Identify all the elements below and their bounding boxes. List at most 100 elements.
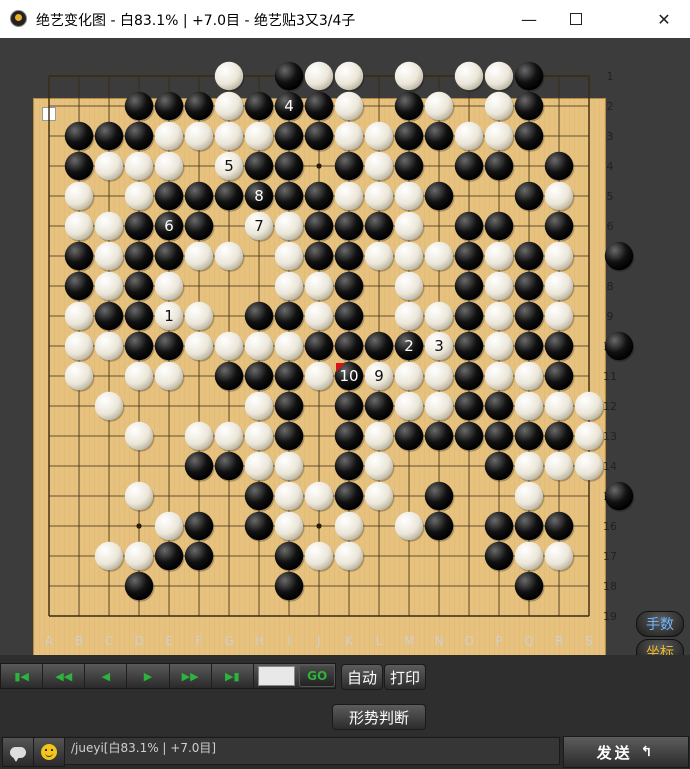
white-stone (214, 331, 245, 362)
black-stone (424, 121, 455, 152)
row-label: 17 (603, 550, 617, 563)
black-stone (544, 211, 575, 242)
white-stone (274, 331, 305, 362)
fast-forward-button[interactable]: ▶▶ (170, 664, 212, 688)
print-button[interactable]: 打印 (384, 664, 426, 690)
white-stone (124, 151, 155, 182)
white-stone (544, 241, 575, 272)
black-stone (274, 301, 305, 332)
black-stone (604, 481, 635, 512)
black-stone: 4 (274, 91, 305, 122)
white-stone (394, 361, 425, 392)
white-stone (244, 121, 275, 152)
move-number-label: 6 (164, 217, 174, 235)
black-stone (454, 331, 485, 362)
white-stone (94, 331, 125, 362)
move-numbers-button[interactable]: 手数 (636, 611, 684, 637)
white-stone (454, 121, 485, 152)
black-stone (364, 211, 395, 242)
white-stone (424, 391, 455, 422)
black-stone (334, 151, 365, 182)
black-stone (454, 361, 485, 392)
close-button[interactable]: ✕ (641, 0, 687, 38)
black-stone (454, 151, 485, 182)
black-stone (514, 121, 545, 152)
white-stone (274, 481, 305, 512)
forward-button[interactable]: ▶ (127, 664, 170, 688)
column-label: K (345, 634, 354, 648)
white-stone (394, 181, 425, 212)
star-point (316, 523, 322, 529)
move-navigation-bar: ▮◀ ◀◀ ◀ ▶ ▶▶ ▶▮ GO (0, 663, 336, 689)
window-title: 绝艺变化图 - 白83.1% | +7.0目 - 绝艺贴3又3/4子 (36, 13, 356, 29)
send-label: 发送 (596, 743, 633, 762)
black-stone (484, 511, 515, 542)
black-stone (334, 211, 365, 242)
go-button[interactable]: GO (299, 665, 336, 687)
black-stone (304, 91, 335, 122)
column-label: R (555, 634, 563, 648)
white-stone (364, 151, 395, 182)
white-stone (364, 241, 395, 272)
white-stone (154, 511, 185, 542)
auto-play-button[interactable]: 自动 (341, 664, 383, 690)
black-stone (124, 211, 155, 242)
white-stone (64, 181, 95, 212)
white-stone (484, 61, 515, 92)
column-label: B (75, 634, 83, 648)
maximize-button[interactable] (553, 0, 599, 38)
row-label: 13 (603, 430, 617, 443)
situation-judgement-button[interactable]: 形势判断 (332, 704, 426, 730)
black-stone (304, 121, 335, 152)
white-stone (424, 91, 455, 122)
emoji-button[interactable] (33, 737, 65, 767)
black-stone (334, 271, 365, 302)
move-number-input[interactable] (257, 666, 296, 686)
black-stone (604, 331, 635, 362)
back-button[interactable]: ◀ (85, 664, 128, 688)
black-stone (484, 541, 515, 572)
white-stone (544, 271, 575, 302)
white-stone (64, 301, 95, 332)
minimize-button[interactable]: — (506, 0, 552, 38)
chat-bubble-button[interactable] (2, 737, 34, 767)
white-stone: 1 (154, 301, 185, 332)
send-button[interactable]: 发送 ↰ (563, 736, 689, 768)
column-label: C (105, 634, 113, 648)
white-stone (514, 391, 545, 422)
black-stone (304, 331, 335, 362)
black-stone (274, 361, 305, 392)
white-stone (214, 241, 245, 272)
maximize-icon (570, 13, 582, 25)
white-stone (64, 211, 95, 242)
black-stone (124, 571, 155, 602)
black-stone (364, 391, 395, 422)
white-stone (64, 361, 95, 392)
black-stone (64, 241, 95, 272)
board-panel: ABCDEFGHIJKLMNOPQRS123456789101112131415… (0, 38, 690, 670)
white-stone (214, 121, 245, 152)
fast-back-button[interactable]: ◀◀ (43, 664, 86, 688)
black-stone (424, 481, 455, 512)
chat-bar: /jueyi[白83.1% | +7.0目] 发送 ↰ (0, 736, 690, 769)
column-label: I (287, 634, 291, 648)
first-move-button[interactable]: ▮◀ (1, 664, 44, 688)
black-stone (244, 481, 275, 512)
row-label: 16 (603, 520, 617, 533)
white-stone (334, 121, 365, 152)
white-stone (94, 271, 125, 302)
black-stone (94, 301, 125, 332)
column-label: L (376, 634, 383, 648)
white-stone (514, 451, 545, 482)
black-stone (154, 331, 185, 362)
white-stone (304, 301, 335, 332)
white-stone (514, 481, 545, 512)
white-stone (484, 271, 515, 302)
white-stone (184, 421, 215, 452)
white-stone (304, 541, 335, 572)
white-stone (154, 361, 185, 392)
star-point (316, 163, 322, 169)
last-move-button[interactable]: ▶▮ (212, 664, 254, 688)
white-stone (124, 481, 155, 512)
chat-input[interactable]: /jueyi[白83.1% | +7.0目] (64, 737, 560, 765)
